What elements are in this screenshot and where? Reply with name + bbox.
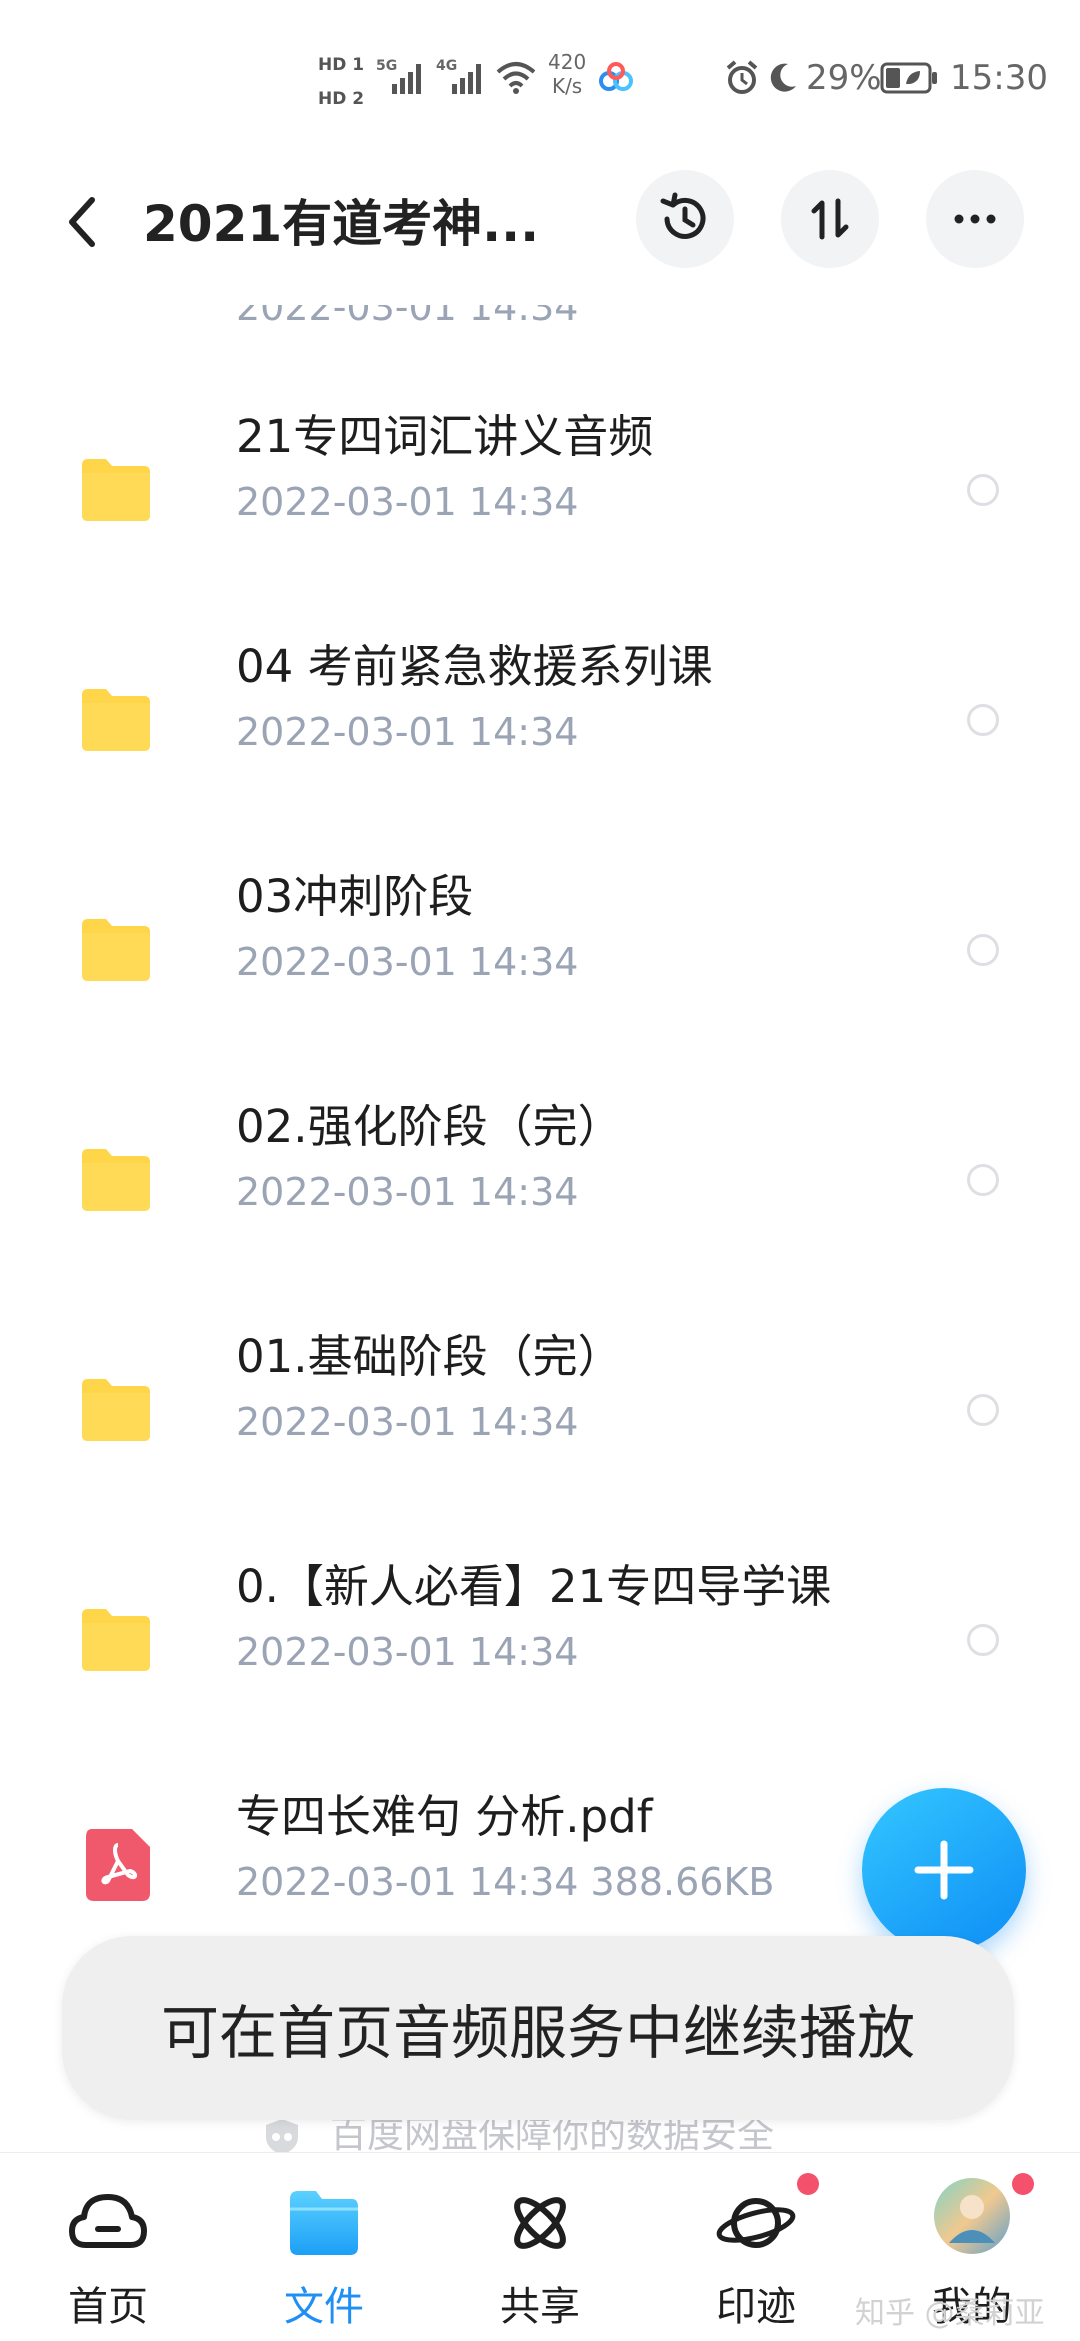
tab-label: 首页	[68, 2284, 148, 2330]
select-radio[interactable]	[967, 934, 999, 966]
select-radio[interactable]	[967, 1394, 999, 1426]
select-radio[interactable]	[967, 1164, 999, 1196]
sort-icon	[811, 198, 849, 240]
alarm-icon	[726, 60, 758, 94]
file-date: 2022-03-01 14:34 388.66KB	[236, 1860, 775, 1904]
file-date: 2022-03-01 14:34	[236, 710, 579, 754]
hd2-label: HD 2	[318, 89, 365, 109]
watermark: 知乎 @桑莉亚	[855, 2296, 1045, 2331]
toast-message: 可在首页音频服务中继续播放	[62, 1936, 1014, 2120]
top-app-bar: 2021有道考神...	[0, 150, 1080, 300]
more-button[interactable]	[926, 170, 1024, 268]
tab-traces[interactable]: 印迹	[648, 2153, 864, 2341]
history-button[interactable]	[636, 170, 734, 268]
avatar-icon	[934, 2178, 1010, 2254]
select-radio[interactable]	[967, 474, 999, 506]
battery-icon	[880, 62, 937, 94]
wifi-icon	[496, 62, 536, 94]
file-name: 02.强化阶段（完）	[236, 1100, 623, 1153]
folder-icon	[290, 2191, 358, 2255]
file-date: 2022-03-01 14:34	[236, 1400, 579, 1444]
shield-icon	[266, 2119, 298, 2155]
add-button[interactable]	[862, 1788, 1026, 1952]
file-name: 0.【新人必看】21专四导学课	[236, 1560, 832, 1613]
notification-badge-2	[1012, 2173, 1034, 2195]
plus-icon	[914, 1840, 974, 1900]
speed-value: 420	[548, 50, 587, 74]
list-item[interactable]: 04 考前紧急救援系列课 2022-03-01 14:34	[0, 617, 1080, 847]
file-date: 2022-03-01 14:34	[236, 940, 579, 984]
chevron-left-icon	[69, 197, 95, 247]
clock: 15:30	[950, 58, 1048, 98]
file-name: 21专四词汇讲义音频	[236, 410, 654, 463]
file-name: 04 考前紧急救援系列课	[236, 640, 713, 693]
folder-icon	[82, 459, 150, 521]
list-item[interactable]: 02.强化阶段（完） 2022-03-01 14:34	[0, 1077, 1080, 1307]
atom-icon	[514, 2197, 566, 2249]
signal-icon-2	[452, 64, 481, 94]
tab-label: 印迹	[716, 2284, 796, 2330]
tab-files[interactable]: 文件	[216, 2153, 432, 2341]
history-icon	[660, 192, 706, 239]
file-date: 2022-03-01 14:34	[236, 480, 579, 524]
tab-home[interactable]: 首页	[0, 2153, 216, 2341]
status-bar: HD 1 HD 2 5G 4G 420 K/s 29% 15:30	[0, 0, 1080, 150]
planet-icon	[716, 2198, 796, 2248]
file-name: 专四长难句 分析.pdf	[236, 1790, 653, 1843]
sort-button[interactable]	[781, 170, 879, 268]
notification-badge	[797, 2173, 819, 2195]
moon-icon	[770, 63, 796, 92]
back-button[interactable]	[58, 192, 108, 252]
file-name: 01.基础阶段（完）	[236, 1330, 623, 1383]
tab-label: 文件	[284, 2284, 364, 2330]
signal-icon	[392, 64, 421, 94]
pdf-icon	[86, 1829, 150, 1901]
list-item[interactable]: 0.【新人必看】21专四导学课 2022-03-01 14:34	[0, 1537, 1080, 1767]
folder-icon	[82, 689, 150, 751]
folder-icon	[82, 919, 150, 981]
list-item[interactable]: 03冲刺阶段 2022-03-01 14:34	[0, 847, 1080, 1077]
folder-icon	[82, 1149, 150, 1211]
page-title: 2021有道考神...	[143, 195, 540, 253]
baidu-cloud-icon	[599, 62, 633, 91]
select-radio[interactable]	[967, 1624, 999, 1656]
list-item[interactable]: 21专四词汇讲义音频 2022-03-01 14:34	[0, 387, 1080, 617]
hd1-label: HD 1	[318, 55, 365, 75]
tab-label: 共享	[500, 2284, 580, 2330]
folder-icon	[82, 1609, 150, 1671]
file-name: 03冲刺阶段	[236, 870, 474, 923]
more-icon	[954, 214, 996, 224]
hd-indicator: HD 1 HD 2	[318, 48, 364, 116]
file-date: 2022-03-01 14:34	[236, 1170, 579, 1214]
cloud-icon	[69, 2194, 147, 2248]
select-radio[interactable]	[967, 704, 999, 736]
file-date: 2022-03-01 14:34	[236, 1630, 579, 1674]
list-item[interactable]: 01.基础阶段（完） 2022-03-01 14:34	[0, 1307, 1080, 1537]
speed-unit: K/s	[551, 74, 583, 98]
battery-percent: 29%	[806, 58, 882, 98]
folder-icon	[82, 1379, 150, 1441]
tab-share[interactable]: 共享	[432, 2153, 648, 2341]
